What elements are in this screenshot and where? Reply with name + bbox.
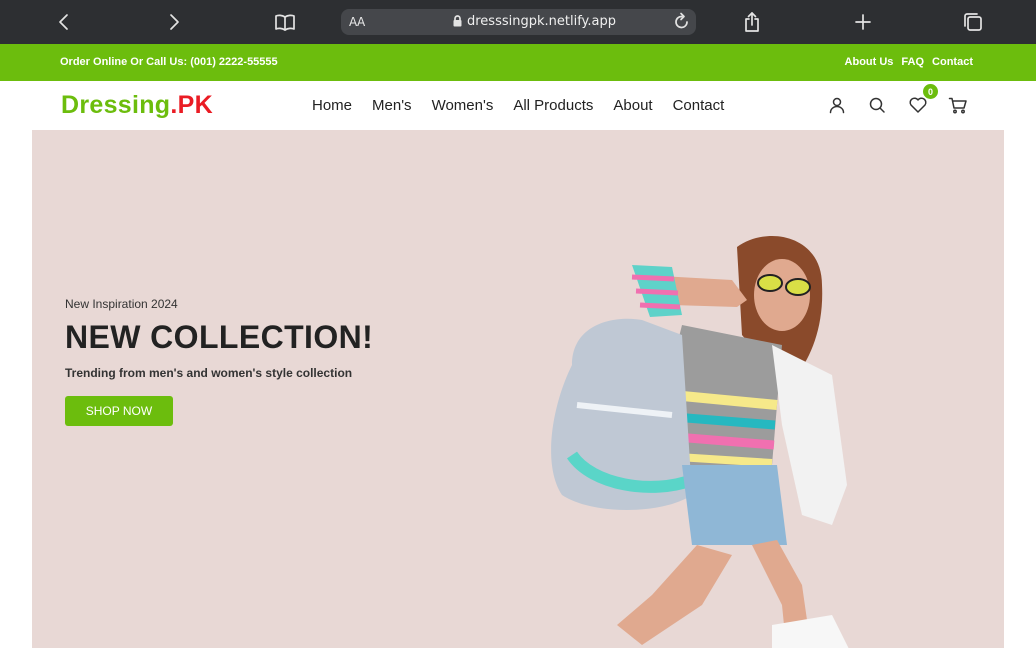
logo-text-main: Dressing	[61, 91, 171, 119]
url-text: dresssingpk.netlify.app	[467, 14, 616, 29]
main-nav: Home Men's Women's All Products About Co…	[312, 97, 724, 114]
tabs-icon	[964, 13, 982, 31]
wishlist-count-badge: 0	[923, 84, 938, 99]
cart-icon	[948, 97, 967, 114]
shop-now-button[interactable]: SHOP NOW	[65, 396, 173, 426]
heart-icon	[909, 97, 927, 113]
browser-toolbar: AA dresssingpk.netlify.app	[0, 0, 1036, 44]
site-header: Dressing.PK Home Men's Women's All Produ…	[0, 81, 1036, 130]
share-button[interactable]	[738, 8, 766, 36]
tabs-button[interactable]	[959, 8, 987, 36]
contact-phone-text: Order Online Or Call Us: (001) 2222-5555…	[60, 56, 278, 68]
top-info-bar: Order Online Or Call Us: (001) 2222-5555…	[0, 44, 1036, 81]
hero-model-image	[551, 235, 849, 648]
hero-banner: New Inspiration 2024 NEW COLLECTION! Tre…	[32, 130, 1004, 648]
hero-eyebrow: New Inspiration 2024	[65, 297, 178, 311]
contact-link[interactable]: Contact	[932, 56, 973, 68]
top-links: About Us FAQ Contact	[845, 56, 973, 68]
back-button[interactable]	[50, 8, 78, 36]
hero-title: NEW COLLECTION!	[65, 319, 374, 355]
share-icon	[745, 12, 759, 32]
lock-icon	[453, 15, 462, 27]
back-icon	[59, 14, 68, 30]
nav-home[interactable]: Home	[312, 97, 352, 114]
faq-link[interactable]: FAQ	[901, 56, 924, 68]
forward-button[interactable]	[160, 8, 188, 36]
site-logo[interactable]: Dressing.PK	[61, 91, 213, 120]
hero-subtitle: Trending from men's and women's style co…	[65, 366, 353, 380]
logo-text-suffix: .PK	[170, 91, 213, 119]
account-button[interactable]	[826, 94, 848, 116]
cart-button[interactable]	[947, 94, 969, 116]
bookmarks-icon	[275, 14, 295, 31]
nav-all-products[interactable]: All Products	[513, 97, 593, 114]
bookmarks-button[interactable]	[271, 8, 299, 36]
address-bar[interactable]: AA dresssingpk.netlify.app	[341, 9, 696, 35]
nav-mens[interactable]: Men's	[372, 97, 412, 114]
reload-button[interactable]	[673, 12, 691, 37]
text-size-button[interactable]: AA	[349, 15, 365, 29]
search-button[interactable]	[866, 94, 888, 116]
new-tab-button[interactable]	[849, 8, 877, 36]
forward-icon	[170, 14, 179, 30]
search-icon	[869, 97, 885, 113]
nav-womens[interactable]: Women's	[432, 97, 494, 114]
reload-icon	[675, 12, 688, 29]
about-us-link[interactable]: About Us	[845, 56, 894, 68]
nav-contact[interactable]: Contact	[673, 97, 725, 114]
user-icon	[829, 97, 845, 114]
nav-about[interactable]: About	[613, 97, 652, 114]
new-tab-icon	[855, 14, 871, 30]
